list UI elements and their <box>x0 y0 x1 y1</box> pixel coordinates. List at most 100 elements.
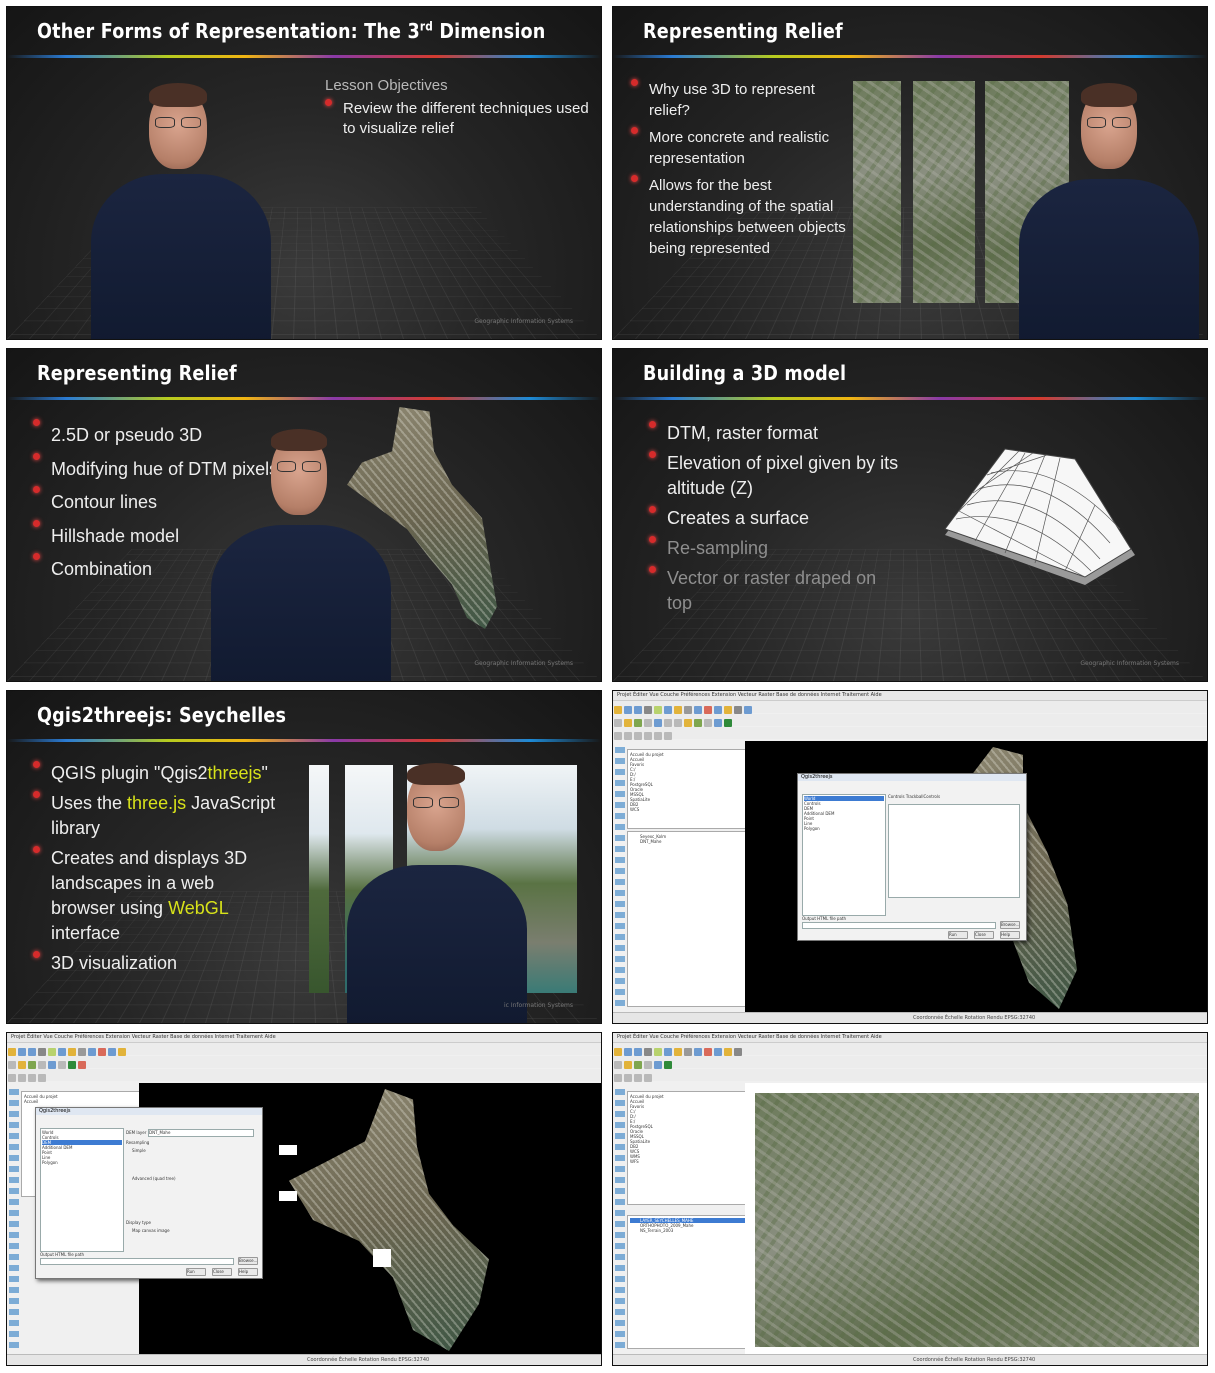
bullet-list: QGIS plugin "Qgis2threejs" Uses the thre… <box>33 761 283 976</box>
bullet-dim: Re-sampling <box>649 536 899 561</box>
bullet-list: Why use 3D to represent relief? More con… <box>631 79 851 259</box>
layer-tools[interactable] <box>615 747 625 1009</box>
help-button[interactable]: Help <box>238 1268 258 1276</box>
toolbar[interactable] <box>613 1069 1207 1082</box>
slide-footer: Geographic Information Systems <box>474 318 573 325</box>
dialog-tree[interactable]: World Controls DEM Additional DEM Point … <box>40 1128 124 1252</box>
output-path-input[interactable] <box>802 922 996 929</box>
run-button[interactable]: Run <box>186 1268 206 1276</box>
title-rule <box>7 397 601 400</box>
qgis2threejs-dialog[interactable]: Qgis2threejs World Controls DEM Addition… <box>35 1107 263 1279</box>
browser-item[interactable]: Accueil <box>24 1099 140 1104</box>
browser-item[interactable]: WFS <box>630 1159 746 1164</box>
status-bar: Coordonnée Échelle Rotation Rendu EPSG:3… <box>613 1354 1207 1365</box>
toolbar[interactable] <box>613 701 1207 714</box>
toolbar[interactable] <box>7 1043 601 1056</box>
title-rule <box>613 397 1207 400</box>
bullet-dim: Vector or raster draped on top <box>649 566 899 616</box>
map-canvas-image-radio[interactable]: Map canvas image <box>132 1228 170 1233</box>
slide-footer: ic Information Systems <box>503 1002 573 1009</box>
slide-2: Representing Relief Why use 3D to repres… <box>612 6 1208 340</box>
layer-tools[interactable] <box>9 1089 19 1351</box>
map-canvas[interactable] <box>745 1083 1207 1356</box>
presenter <box>1019 79 1199 339</box>
output-path-input[interactable] <box>40 1258 234 1265</box>
menu-bar[interactable]: Projet Éditer Vue Couche Préférences Ext… <box>613 1033 1207 1043</box>
slide-3: Representing Relief 2.5D or pseudo 3D Mo… <box>6 348 602 682</box>
browser-item[interactable]: WCS <box>630 807 746 812</box>
slide-5: Qgis2threejs: Seychelles QGIS plugin "Qg… <box>6 690 602 1024</box>
toolbar[interactable] <box>7 1069 601 1082</box>
slide-1: Other Forms of Representation: The 3rd D… <box>6 6 602 340</box>
qgis-window-2: Projet Éditer Vue Couche Préférences Ext… <box>6 1032 602 1366</box>
white-tile <box>373 1249 391 1267</box>
status-bar: Coordonnée Échelle Rotation Rendu EPSG:3… <box>613 1012 1207 1023</box>
output-path-label: Output HTML file path <box>40 1252 85 1257</box>
aerial-photo-strip-2 <box>913 81 975 303</box>
layer-tools[interactable] <box>615 1089 625 1351</box>
title-rule <box>613 55 1207 58</box>
dialog-title: Qgis2threejs <box>798 774 1026 781</box>
bullet: Creates and displays 3D landscapes in a … <box>33 846 283 946</box>
presenter <box>91 79 271 339</box>
toolbar[interactable] <box>613 714 1207 727</box>
advanced-radio[interactable]: Advanced (quad tree) <box>132 1176 176 1181</box>
help-button[interactable]: Help <box>1000 931 1020 939</box>
title-rule <box>7 739 601 742</box>
bullet: Uses the three.js JavaScript library <box>33 791 283 841</box>
tree-item[interactable]: Polygon <box>42 1160 122 1165</box>
resampling-label: Resampling <box>126 1140 150 1145</box>
browser-panel[interactable]: Accueil du projet Accueil Favoris C:/ D:… <box>627 1091 749 1205</box>
close-button[interactable]: Close <box>212 1268 232 1276</box>
orthophoto <box>755 1093 1199 1347</box>
menu-bar[interactable]: Projet Éditer Vue Couche Préférences Ext… <box>613 691 1207 701</box>
presenter <box>347 761 527 1023</box>
slide-title: Qgis2threejs: Seychelles <box>37 703 287 727</box>
layers-panel[interactable]: LAYER_SEYCHELLES_MAHE ORTHOPHOTO_2009_Ma… <box>627 1215 749 1349</box>
landscape-strip-1 <box>309 765 329 993</box>
bullet: Why use 3D to represent relief? <box>631 79 851 121</box>
island-raster <box>289 1089 489 1351</box>
browser-panel[interactable]: Accueil du projet Accueil Favoris C:/ D:… <box>627 749 749 829</box>
menu-bar[interactable]: Projet Éditer Vue Couche Préférences Ext… <box>7 1033 601 1043</box>
slide-title: Other Forms of Representation: The 3rd D… <box>37 19 546 43</box>
toolbar[interactable] <box>7 1056 601 1069</box>
slide-footer: Geographic Information Systems <box>1080 660 1179 667</box>
controls-label: Controls TrackballControls <box>888 794 941 799</box>
close-button[interactable]: Close <box>974 931 994 939</box>
tree-item[interactable]: Polygon <box>804 826 884 831</box>
browse-button[interactable]: Browse... <box>238 1257 258 1265</box>
qgis2threejs-dialog[interactable]: Qgis2threejs World Controls DEM Addition… <box>797 773 1027 941</box>
dem-layer-select[interactable]: DNT_Mahe <box>148 1129 254 1137</box>
dialog-tree[interactable]: World Controls DEM Additional DEM Point … <box>802 794 886 916</box>
bullet: Elevation of pixel given by its altitude… <box>649 451 899 501</box>
dialog-title: Qgis2threejs <box>36 1108 262 1115</box>
display-type-label: Display type <box>126 1220 151 1225</box>
bullet: 3D visualization <box>33 951 283 976</box>
bullet: Allows for the best understanding of the… <box>631 175 851 259</box>
controls-description <box>888 804 1020 898</box>
objectives-heading: Lesson Objectives <box>325 77 448 94</box>
layers-panel[interactable]: Seyexc_Kolm DNT_Mahe <box>627 831 749 1007</box>
slide-4: Building a 3D model DTM, raster format E… <box>612 348 1208 682</box>
browse-button[interactable]: Browse... <box>1000 921 1020 929</box>
qgis-window-3: Projet Éditer Vue Couche Préférences Ext… <box>612 1032 1208 1366</box>
run-button[interactable]: Run <box>948 931 968 939</box>
simple-radio[interactable]: Simple <box>132 1148 146 1153</box>
bullet: DTM, raster format <box>649 421 899 446</box>
dem-layer-label: DEM layer <box>126 1130 147 1135</box>
layer-item[interactable]: NS_Terrain_2003 <box>630 1228 746 1233</box>
presenter <box>211 427 391 681</box>
toolbar[interactable] <box>613 727 1207 740</box>
bullet: Creates a surface <box>649 506 899 531</box>
3d-surface-mesh <box>944 448 1135 585</box>
title-rule <box>7 55 601 58</box>
bullet: More concrete and realistic representati… <box>631 127 851 169</box>
aerial-photo-strip-1 <box>853 81 901 303</box>
toolbar[interactable] <box>613 1056 1207 1069</box>
white-tile <box>279 1191 297 1201</box>
slide-title: Representing Relief <box>643 19 843 43</box>
layer-item[interactable]: DNT_Mahe <box>630 839 746 844</box>
toolbar[interactable] <box>613 1043 1207 1056</box>
slide-title: Representing Relief <box>37 361 237 385</box>
